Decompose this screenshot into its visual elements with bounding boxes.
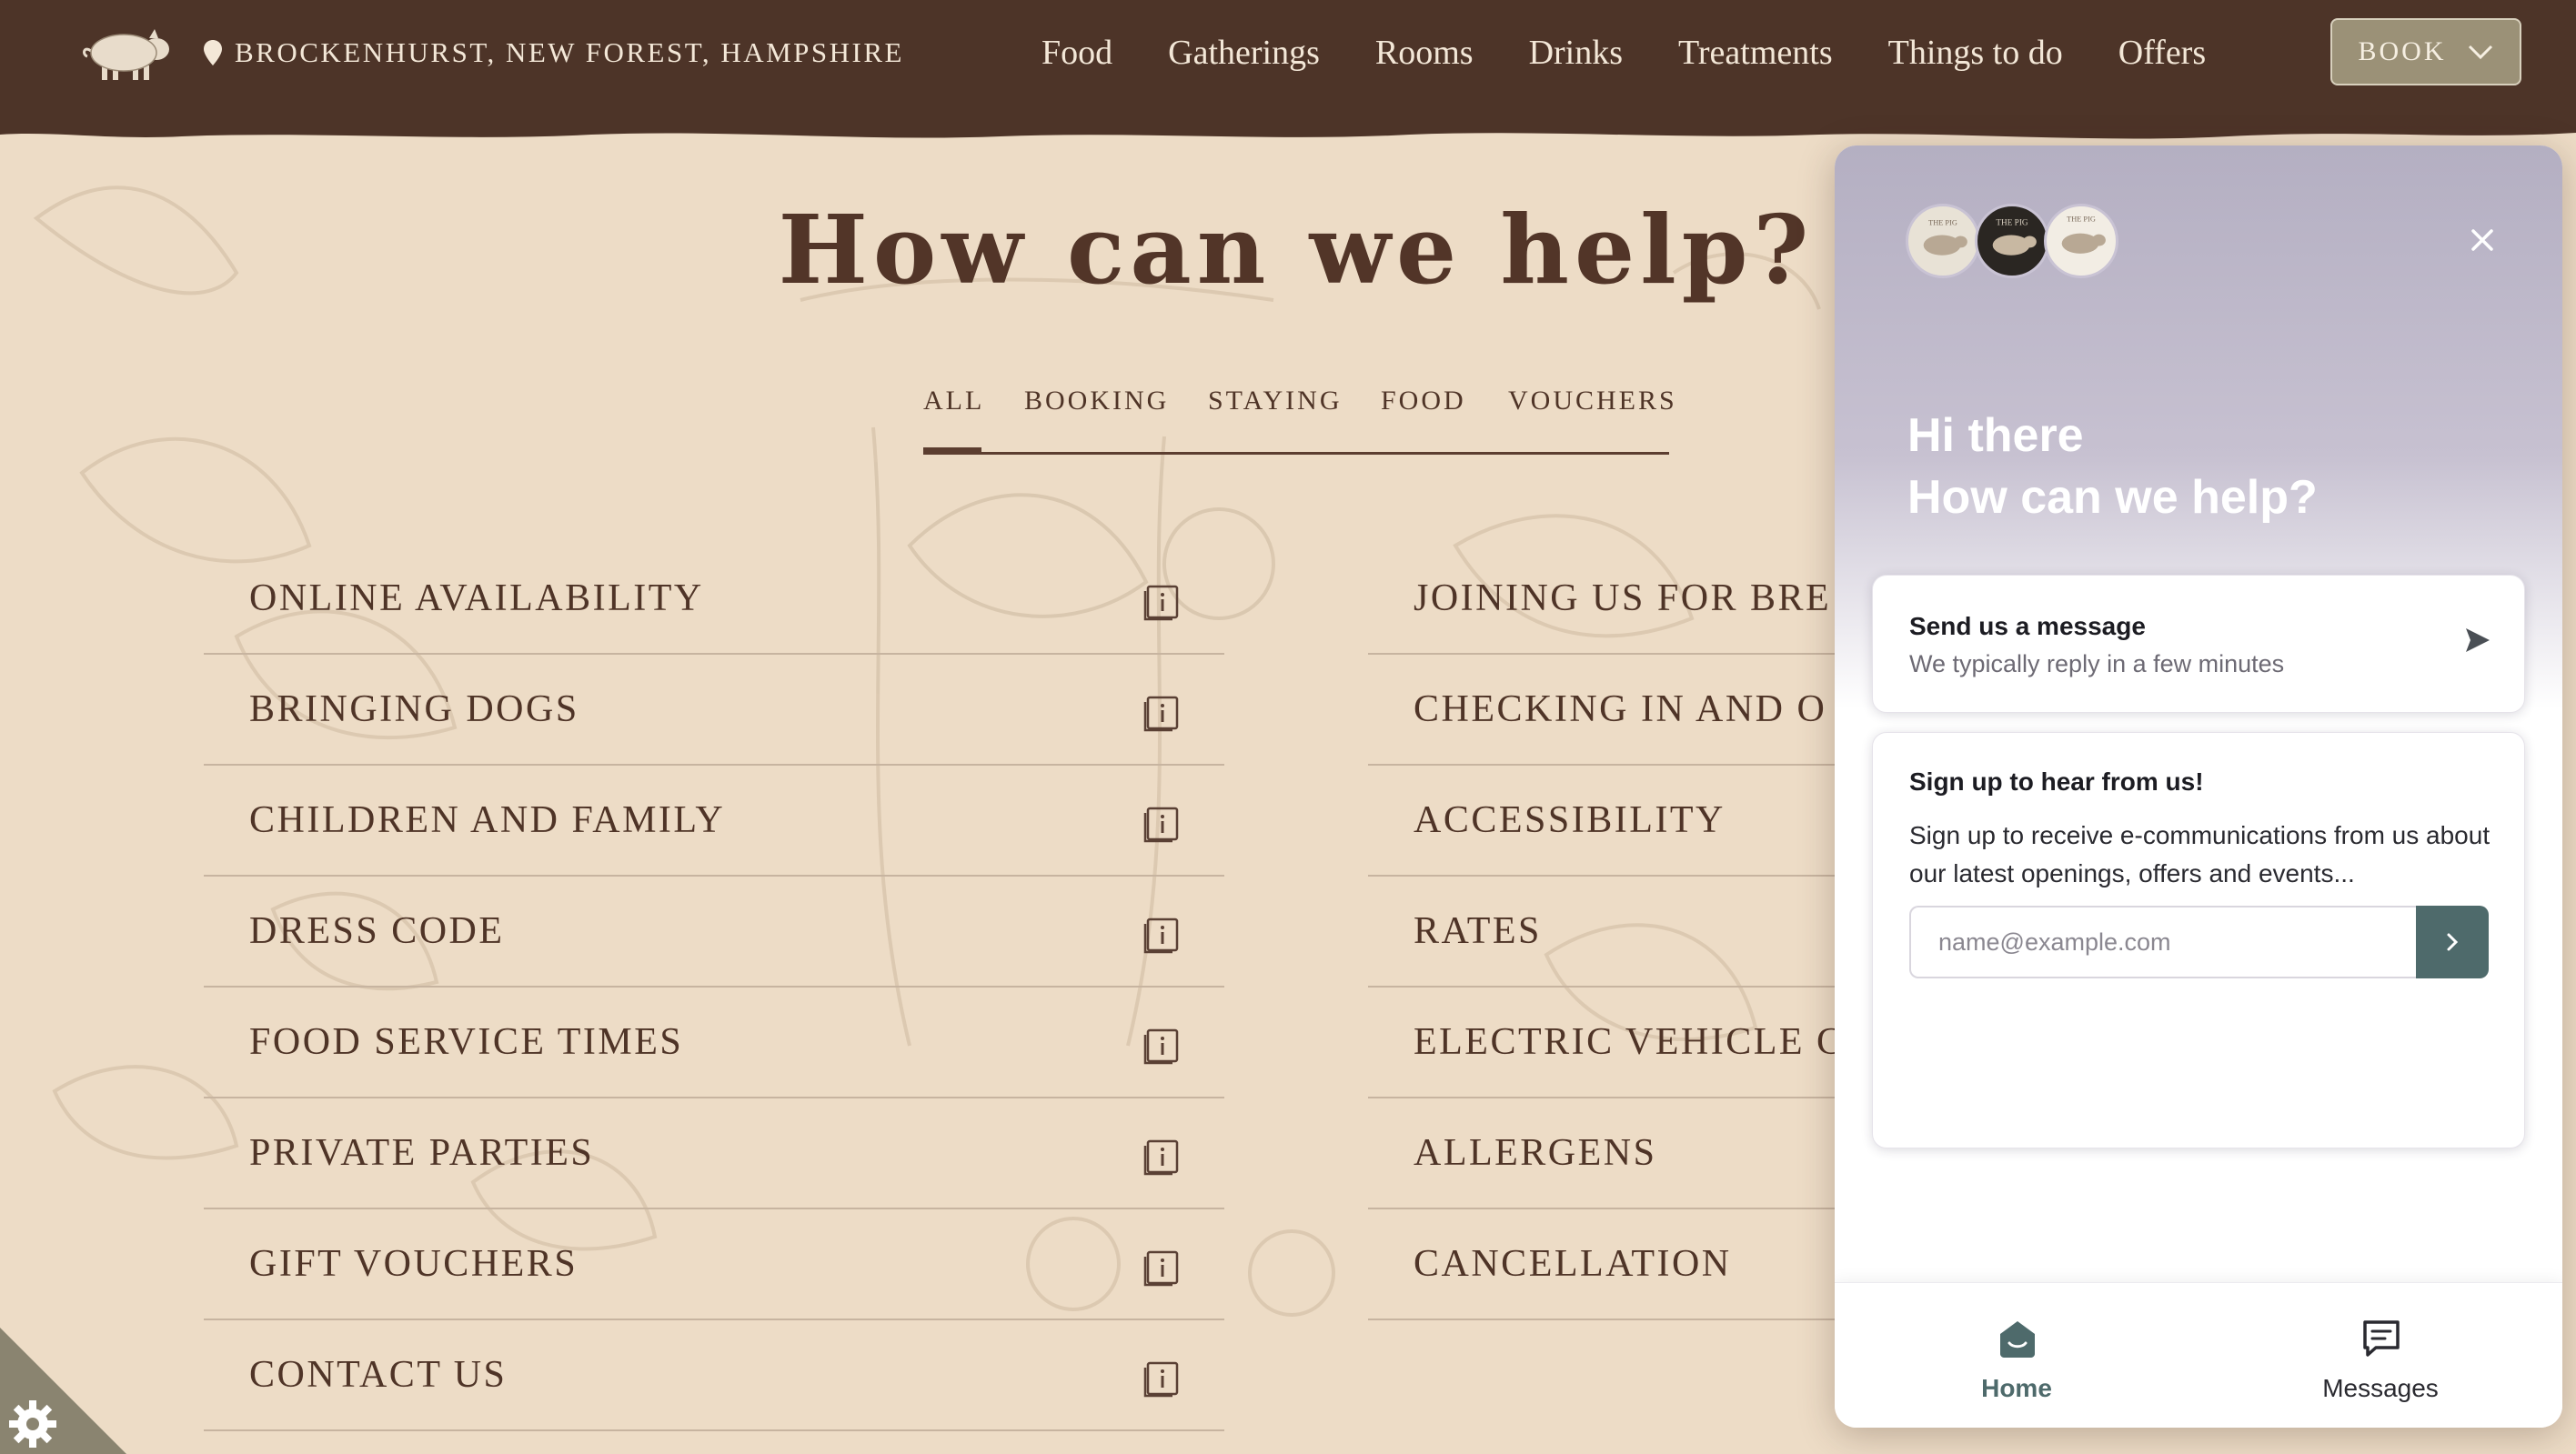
faq-item[interactable]: PRIVATE PARTIES [204,1098,1224,1209]
chevron-right-icon [2447,933,2459,951]
pig-avatar-icon: THE PIG [1992,218,2037,256]
faq-tabs: ALL BOOKING STAYING FOOD VOUCHERS [923,367,1675,455]
location-pin-icon [204,40,222,65]
faq-item-label: RATES [1414,910,1542,952]
faq-item-label: ACCESSIBILITY [1414,799,1726,841]
email-submit-button[interactable] [2416,906,2489,978]
widget-footer-tabs: Home Messages [1835,1282,2562,1428]
faq-item-label: DRESS CODE [249,910,505,952]
faq-item[interactable]: GIFT VOUCHERS [204,1209,1224,1320]
info-book-icon [1143,585,1179,621]
avatar: THE PIG [1906,204,1980,278]
location-label: BROCKENHURST, NEW FOREST, HAMPSHIRE [204,35,904,71]
tab-all[interactable]: ALL [923,386,984,416]
messages-icon [2363,1320,2400,1357]
pig-logo-icon[interactable] [76,20,178,84]
faq-item-label: JOINING US FOR BRE [1414,577,1832,619]
book-button-label: BOOK [2358,36,2447,66]
signup-card: Sign up to hear from us! Sign up to rece… [1872,732,2525,1148]
faq-item[interactable]: DRESS CODE [204,877,1224,988]
chat-widget: THE PIG THE PIG THE PIG Hi there How can… [1835,145,2562,1428]
page-title-container: How can we help? [655,191,1937,309]
cookie-settings-button[interactable] [0,1328,127,1454]
greeting-line-2: How can we help? [1907,471,2318,524]
send-icon [2466,628,2490,652]
widget-greeting: Hi there How can we help? [1907,405,2318,528]
active-tab-indicator [923,447,981,454]
faq-list-left: ONLINE AVAILABILITY BRINGING DOGS CHILDR… [204,544,1224,1431]
nav-things-to-do[interactable]: Things to do [1888,33,2063,73]
info-book-icon [1143,1139,1179,1176]
faq-item[interactable]: BRINGING DOGS [204,655,1224,766]
tab-messages-label: Messages [2322,1374,2439,1402]
book-button[interactable]: BOOK [2330,18,2521,85]
gear-icon [9,1400,56,1448]
send-message-title: Send us a message [1909,612,2146,640]
nav-gatherings[interactable]: Gatherings [1168,33,1320,73]
tab-messages[interactable]: Messages [2199,1283,2562,1428]
info-book-icon [1143,1028,1179,1065]
site-header: BROCKENHURST, NEW FOREST, HAMPSHIRE Food… [0,0,2576,127]
svg-text:THE PIG: THE PIG [2067,216,2096,224]
faq-item-label: CHECKING IN AND O [1414,688,1827,730]
info-book-icon [1143,918,1179,954]
greeting-line-1: Hi there [1907,409,2084,462]
main-nav: Food Gatherings Rooms Drinks Treatments … [1041,27,2261,78]
faq-item-label: GIFT VOUCHERS [249,1243,579,1285]
nav-treatments[interactable]: Treatments [1678,33,1833,73]
faq-item-label: CHILDREN AND FAMILY [249,799,726,841]
faq-item-label: ALLERGENS [1414,1132,1657,1174]
info-book-icon [1143,807,1179,843]
tab-food[interactable]: FOOD [1381,386,1466,416]
nav-food[interactable]: Food [1041,33,1112,73]
location-text: BROCKENHURST, NEW FOREST, HAMPSHIRE [235,36,904,68]
tab-booking[interactable]: BOOKING [1024,386,1169,416]
email-field[interactable] [1909,906,2417,978]
faq-item-label: FOOD SERVICE TIMES [249,1021,684,1063]
info-book-icon [1143,1250,1179,1287]
faq-item-label: CONTACT US [249,1354,508,1396]
info-book-icon [1143,1361,1179,1398]
chevron-down-icon [2468,45,2492,60]
avatar: THE PIG [1975,204,2049,278]
tab-home[interactable]: Home [1835,1283,2199,1428]
faq-item[interactable]: ONLINE AVAILABILITY [204,544,1224,655]
tab-vouchers[interactable]: VOUCHERS [1508,386,1677,416]
faq-page: How can we help? ALL BOOKING STAYING FOO… [0,127,1932,1454]
faq-item-label: ONLINE AVAILABILITY [249,577,704,619]
faq-item[interactable]: CHILDREN AND FAMILY [204,766,1224,877]
faq-item-label: PRIVATE PARTIES [249,1132,595,1174]
nav-rooms[interactable]: Rooms [1375,33,1474,73]
page-title: How can we help? [778,194,1815,306]
svg-text:THE PIG: THE PIG [1928,218,1957,226]
reply-time-text: We typically reply in a few minutes [1909,650,2285,677]
faq-item-label: BRINGING DOGS [249,688,579,730]
signup-title: Sign up to hear from us! [1909,767,2204,796]
pig-avatar-icon: THE PIG [1923,218,1967,256]
tab-home-label: Home [1981,1374,2052,1402]
send-message-card[interactable]: Send us a message We typically reply in … [1872,575,2525,713]
nav-offers[interactable]: Offers [2118,33,2206,73]
faq-item[interactable]: FOOD SERVICE TIMES [204,988,1224,1098]
faq-item[interactable]: CONTACT US [204,1320,1224,1431]
avatar: THE PIG [2044,204,2118,278]
nav-drinks[interactable]: Drinks [1529,33,1623,73]
home-icon [2000,1321,2035,1358]
signup-description: Sign up to receive e-communications from… [1909,821,2490,887]
tab-staying[interactable]: STAYING [1208,386,1343,416]
close-icon[interactable] [2464,222,2501,258]
faq-item-label: ELECTRIC VEHICLE C [1414,1021,1845,1063]
info-book-icon [1143,696,1179,732]
pig-avatar-icon: THE PIG [2061,216,2106,254]
faq-item-label: CANCELLATION [1414,1243,1732,1285]
svg-text:THE PIG: THE PIG [1996,218,2028,227]
